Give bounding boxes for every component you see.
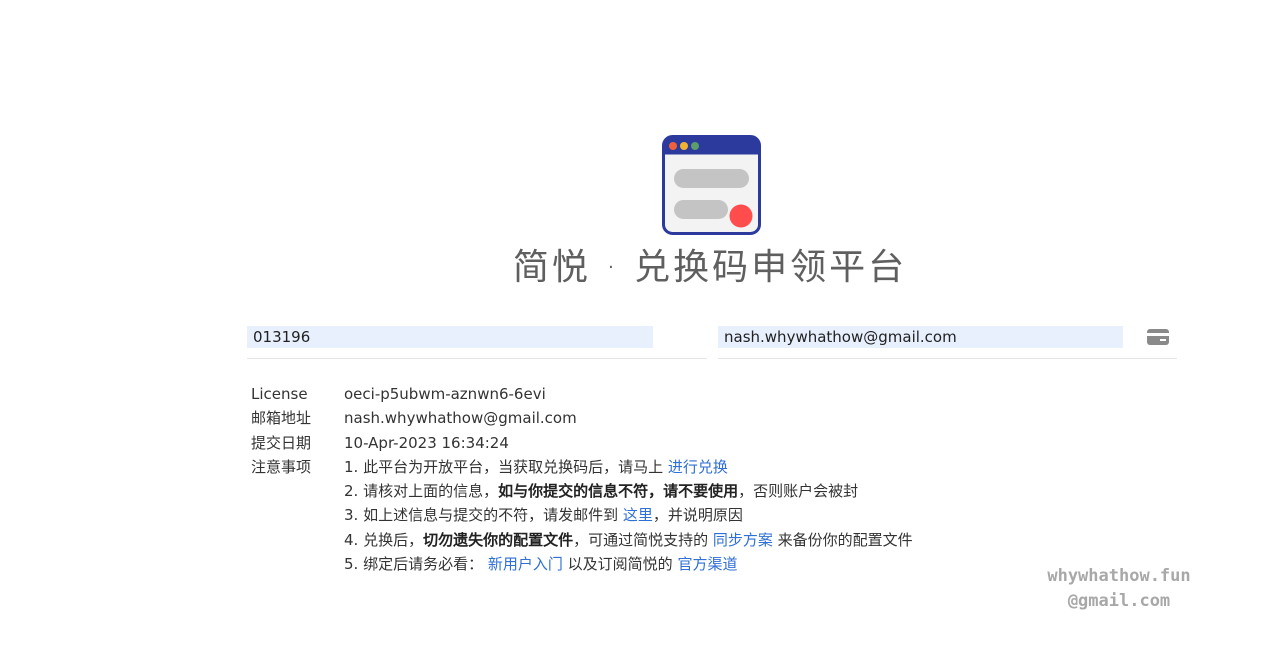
license-row: License oeci-p5ubwm-aznwn6-6evi (251, 382, 913, 406)
sync-plan-link[interactable]: 同步方案 (713, 531, 773, 549)
official-channel-link[interactable]: 官方渠道 (677, 555, 737, 573)
new-user-guide-link[interactable]: 新用户入门 (488, 555, 563, 573)
license-label: License (251, 385, 308, 403)
note-3-tail: ，并说明原因 (652, 506, 743, 525)
notes-list: 2. 请核对上面的信息，如与你提交的信息不符，请不要使用，否则账户会被封 3. … (344, 479, 913, 576)
notes-row: 注意事项 1. 此平台为开放平台，当获取兑换码后，请马上 进行兑换 (251, 455, 913, 479)
code-input[interactable] (247, 326, 653, 348)
app-logo-icon (662, 135, 761, 235)
redeem-link[interactable]: 进行兑换 (668, 458, 728, 476)
note-5: 5. 绑定后请务必看： 新用户入门 以及订阅简悦的 官方渠道 (344, 552, 913, 576)
note-5-text: 5. 绑定后请务必看： (344, 555, 484, 574)
code-field (247, 319, 707, 359)
date-value: 10-Apr-2023 16:34:24 (344, 433, 509, 452)
license-value: oeci-p5ubwm-aznwn6-6evi (344, 385, 546, 403)
watermark-line-2: @gmail.com (1067, 591, 1171, 611)
date-label: 提交日期 (251, 433, 312, 452)
email-value: nash.whywhathow@gmail.com (344, 409, 577, 428)
note-3: 3. 如上述信息与提交的不符，请发邮件到 这里，并说明原因 (344, 503, 913, 527)
email-here-link[interactable]: 这里 (623, 506, 653, 524)
note-1: 1. 此平台为开放平台，当获取兑换码后，请马上 进行兑换 (344, 455, 728, 479)
note-2-text: 2. 请核对上面的信息， (344, 482, 499, 501)
email-field (718, 319, 1177, 359)
note-1-text: 1. 此平台为开放平台，当获取兑换码后，请马上 (344, 457, 668, 476)
email-label: 邮箱地址 (251, 409, 312, 428)
note-4-tail: 来备份你的配置文件 (772, 530, 913, 549)
note-2-bold: 如与你提交的信息不符，请不要使用 (498, 482, 739, 501)
credit-card-icon[interactable] (1147, 329, 1169, 345)
notes-label: 注意事项 (251, 457, 312, 476)
watermark-line-1: whywhathow.fun (1047, 566, 1191, 586)
note-2-tail: ，否则账户会被封 (738, 482, 859, 501)
license-info: License oeci-p5ubwm-aznwn6-6evi 邮箱地址 nas… (251, 382, 913, 576)
note-3-text: 3. 如上述信息与提交的不符，请发邮件到 (344, 506, 623, 525)
note-5-mid: 以及订阅简悦的 (562, 555, 678, 574)
email-input[interactable] (718, 326, 1123, 348)
date-row: 提交日期 10-Apr-2023 16:34:24 (251, 431, 913, 455)
note-4-text: 4. 兑换后， (344, 530, 424, 549)
note-4: 4. 兑换后，切勿遗失你的配置文件，可通过简悦支持的 同步方案 来备份你的配置文… (344, 528, 913, 552)
email-row: 邮箱地址 nash.whywhathow@gmail.com (251, 406, 913, 430)
page-title: 简悦 · 兑换码申领平台 (512, 247, 908, 288)
note-2: 2. 请核对上面的信息，如与你提交的信息不符，请不要使用，否则账户会被封 (344, 479, 913, 503)
note-4-bold: 切勿遗失你的配置文件 (423, 530, 574, 549)
note-4-mid: ，可通过简悦支持的 (573, 530, 713, 549)
